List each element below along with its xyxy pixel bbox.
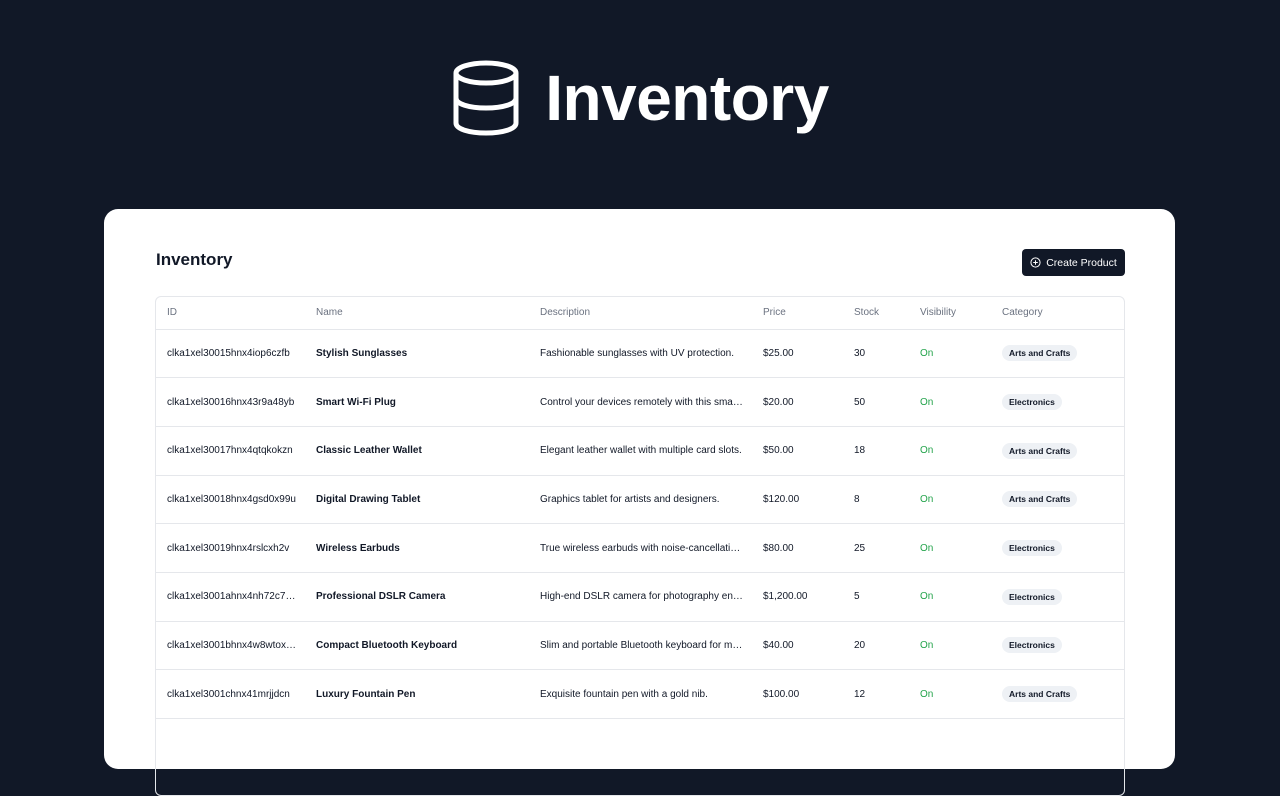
column-header-stock[interactable]: Stock: [843, 297, 909, 330]
cell-visibility: On: [909, 621, 991, 671]
create-product-button[interactable]: Create Product: [1022, 249, 1125, 276]
cell-id: clka1xel30019hnx4rslcxh2v: [156, 523, 305, 573]
cell-price: $100.00: [752, 669, 843, 719]
cell-category: Arts and Crafts: [991, 426, 1124, 476]
cell-price: $1,200.00: [752, 572, 843, 622]
cell-name: Classic Leather Wallet: [305, 426, 529, 476]
cell-description: Fashionable sunglasses with UV protectio…: [529, 329, 752, 379]
cell-stock: 30: [843, 329, 909, 379]
cell-price: $120.00: [752, 475, 843, 525]
cell-stock: 20: [843, 621, 909, 671]
table-header-row: ID Name Description Price Stock Visibili…: [156, 297, 1124, 330]
hero-title: Inventory: [545, 61, 829, 134]
category-badge: Electronics: [1002, 637, 1062, 654]
category-badge: Arts and Crafts: [1002, 345, 1078, 362]
cell-id: clka1xel3001bhnx4w8wtox28: [156, 621, 305, 671]
cell-name: Professional DSLR Camera: [305, 572, 529, 622]
hero-banner: Inventory: [0, 0, 1280, 209]
table-row[interactable]: clka1xel30019hnx4rslcxh2v Wireless Earbud…: [156, 523, 1124, 573]
cell-price: $50.00: [752, 426, 843, 476]
cell-price: $25.00: [752, 329, 843, 379]
cell-stock: 25: [843, 523, 909, 573]
cell-visibility: On: [909, 426, 991, 476]
cell-description: Control your devices remotely with this …: [529, 377, 752, 427]
cell-description: True wireless earbuds with noise-cancell…: [529, 523, 752, 573]
database-icon: [453, 60, 519, 136]
column-header-name[interactable]: Name: [305, 297, 529, 330]
cell-name: Wireless Earbuds: [305, 523, 529, 573]
category-badge: Arts and Crafts: [1002, 442, 1078, 459]
cell-id: clka1xel30016hnx43r9a48yb: [156, 377, 305, 427]
cell-description: Graphics tablet for artists and designer…: [529, 475, 752, 525]
category-badge: Electronics: [1002, 394, 1062, 411]
column-header-visibility[interactable]: Visibility: [909, 297, 991, 330]
cell-stock: 50: [843, 377, 909, 427]
cell-category: Electronics: [991, 377, 1124, 427]
cell-category: Arts and Crafts: [991, 329, 1124, 379]
cell-category: Arts and Crafts: [991, 669, 1124, 719]
cell-id: clka1xel3001chnx41mrjjdcn: [156, 669, 305, 719]
cell-stock: 5: [843, 572, 909, 622]
cell-id: clka1xel30015hnx4iop6czfb: [156, 329, 305, 379]
cell-stock: 12: [843, 669, 909, 719]
cell-price: $40.00: [752, 621, 843, 671]
cell-name: Smart Wi-Fi Plug: [305, 377, 529, 427]
cell-id: clka1xel30018hnx4gsd0x99u: [156, 475, 305, 525]
cell-category: Arts and Crafts: [991, 475, 1124, 525]
category-badge: Arts and Crafts: [1002, 491, 1078, 508]
cell-price: $80.00: [752, 523, 843, 573]
column-header-category[interactable]: Category: [991, 297, 1124, 330]
cell-name: Stylish Sunglasses: [305, 329, 529, 379]
table-row[interactable]: clka1xel30015hnx4iop6czfb Stylish Sunglas…: [156, 329, 1124, 379]
category-badge: Arts and Crafts: [1002, 686, 1078, 703]
cell-visibility: On: [909, 523, 991, 573]
table-row[interactable]: clka1xel30018hnx4gsd0x99u Digital Drawing…: [156, 475, 1124, 525]
column-header-price[interactable]: Price: [752, 297, 843, 330]
inventory-card: Inventory Create Product ID Name Descrip…: [104, 209, 1175, 796]
cell-category: Electronics: [991, 523, 1124, 573]
cell-id: clka1xel30017hnx4qtqkokzn: [156, 426, 305, 476]
table-row[interactable]: clka1xel3001bhnx4w8wtox28 Compact Bluetoo…: [156, 621, 1124, 671]
table-row[interactable]: clka1xel30016hnx43r9a48yb Smart Wi-Fi Plu…: [156, 377, 1124, 427]
inventory-table: ID Name Description Price Stock Visibili…: [155, 296, 1125, 796]
cell-stock: 18: [843, 426, 909, 476]
table-row[interactable]: clka1xel30017hnx4qtqkokzn Classic Leather…: [156, 426, 1124, 476]
column-header-id[interactable]: ID: [156, 297, 305, 330]
cell-id: clka1xel3001ahnx4nh72c70w: [156, 572, 305, 622]
column-header-description[interactable]: Description: [529, 297, 752, 330]
cell-name: Compact Bluetooth Keyboard: [305, 621, 529, 671]
cell-visibility: On: [909, 377, 991, 427]
cell-visibility: On: [909, 475, 991, 525]
cell-name: Luxury Fountain Pen: [305, 669, 529, 719]
category-badge: Electronics: [1002, 540, 1062, 557]
create-product-label: Create Product: [1046, 256, 1117, 269]
cell-category: Electronics: [991, 572, 1124, 622]
cell-stock: 8: [843, 475, 909, 525]
cell-visibility: On: [909, 572, 991, 622]
cell-price: $20.00: [752, 377, 843, 427]
cell-description: Elegant leather wallet with multiple car…: [529, 426, 752, 476]
cell-description: Slim and portable Bluetooth keyboard for…: [529, 621, 752, 671]
cell-visibility: On: [909, 329, 991, 379]
cell-description: High-end DSLR camera for photography ent…: [529, 572, 752, 622]
cell-visibility: On: [909, 669, 991, 719]
cell-description: Exquisite fountain pen with a gold nib.: [529, 669, 752, 719]
cell-category: Electronics: [991, 621, 1124, 671]
table-row[interactable]: clka1xel3001ahnx4nh72c70w Professional DS…: [156, 572, 1124, 622]
page-title: Inventory: [156, 250, 233, 269]
table-row[interactable]: clka1xel3001chnx41mrjjdcn Luxury Fountain…: [156, 669, 1124, 719]
category-badge: Electronics: [1002, 588, 1062, 605]
cell-name: Digital Drawing Tablet: [305, 475, 529, 525]
plus-circle-icon: [1030, 257, 1041, 268]
hero-content: Inventory: [451, 60, 829, 136]
